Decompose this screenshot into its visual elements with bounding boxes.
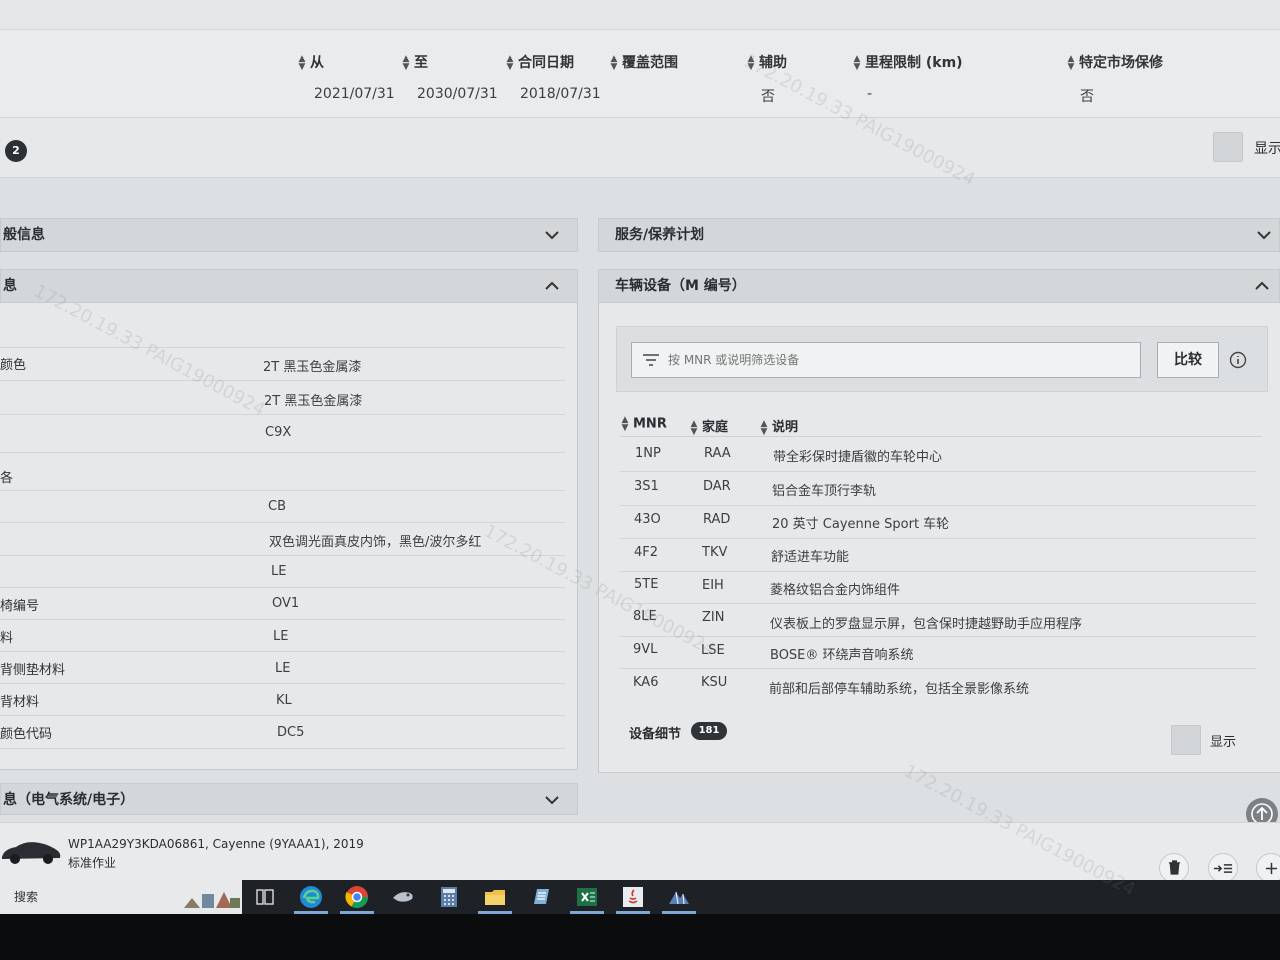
equipment-show-label: 显示 (1210, 735, 1237, 750)
col-header-assist[interactable]: ▲ ▼ 辅助 (747, 52, 787, 72)
table-row[interactable]: 4F2 TKV 舒适进车功能 (620, 539, 1256, 572)
app-mountain-icon[interactable] (666, 884, 692, 910)
col-header-mileage-limit[interactable]: ▲ ▼ 里程限制 (km) (853, 52, 963, 72)
table-row: 料 LE (0, 620, 565, 652)
sort-icon: ▲ ▼ (402, 54, 410, 72)
sort-icon: ▲ ▼ (853, 54, 861, 72)
calculator-icon[interactable] (436, 884, 462, 910)
contract-assist-value: 否 (761, 89, 775, 105)
show-checkbox[interactable] (1213, 132, 1243, 162)
trash-icon (1168, 860, 1180, 875)
java-icon[interactable] (620, 884, 646, 910)
sort-icon: ▲ ▼ (610, 54, 618, 72)
sort-icon: ▲ ▼ (747, 54, 755, 72)
car-icon (2, 842, 61, 864)
table-row[interactable]: 3S1 DAR 铝合金车顶行李轨 (620, 472, 1256, 506)
info-icon[interactable] (1229, 351, 1247, 369)
delete-button[interactable] (1159, 853, 1189, 883)
info-panel: 颜色 2T 黑玉色金属漆 2T 黑玉色金属漆 C9X 各 CB 双色调光面真皮内… (0, 303, 578, 770)
sort-icon: ▲ ▼ (1067, 54, 1075, 72)
col-header-market-warranty[interactable]: ▲ ▼ 特定市场保修 (1067, 52, 1163, 72)
table-row[interactable]: 9VL LSE BOSE® 环绕声音响系统 (620, 637, 1256, 669)
equipment-show-checkbox[interactable] (1171, 725, 1201, 755)
contract-date-value: 2018/07/31 (520, 86, 601, 102)
app-bird-icon[interactable] (390, 884, 416, 910)
plus-icon (1265, 862, 1277, 875)
village-illustration-icon (180, 880, 242, 914)
taskbar-search-label: 搜索 (14, 890, 39, 904)
chevron-down-icon (545, 231, 559, 240)
sort-icon: ▲ ▼ (760, 418, 768, 437)
col-header-coverage[interactable]: ▲ ▼ 覆盖范围 (610, 52, 678, 72)
job-type: 标准作业 (68, 856, 117, 870)
file-explorer-icon[interactable] (482, 884, 508, 910)
equipment-count-badge: 181 (691, 722, 727, 740)
table-row (0, 303, 565, 348)
chevron-up-icon (545, 281, 559, 290)
show-label: 显示 (1254, 141, 1280, 157)
table-row: 2T 黑玉色金属漆 (0, 381, 565, 415)
table-row[interactable]: 8LE ZIN 仪表板上的罗盘显示屏，包含保时捷越野助手应用程序 (620, 604, 1256, 637)
chevron-up-icon (1255, 281, 1269, 290)
sort-icon: ▲ ▼ (621, 415, 629, 433)
table-row: LE (0, 556, 565, 588)
table-row[interactable]: 5TE EIH 菱格纹铝合金内饰组件 (620, 572, 1256, 604)
excel-icon[interactable] (574, 884, 600, 910)
col-header-to[interactable]: ▲ ▼ 至 (402, 52, 428, 72)
chevron-down-icon (545, 796, 559, 805)
electrical-info-header[interactable]: 息（电气系统/电子） (0, 783, 578, 815)
table-row: CB (0, 491, 565, 523)
edge-browser-icon[interactable] (298, 884, 324, 910)
filter-icon (643, 354, 659, 366)
equipment-details-label: 设备细节 (629, 727, 682, 742)
vehicle-vin: WP1AA29Y3KDA06861, Cayenne (9YAAA1), 201… (68, 837, 364, 851)
table-row: 椅编号 OV1 (0, 588, 565, 620)
contract-mileage-value: - (867, 86, 873, 102)
chevron-down-icon (1257, 231, 1271, 240)
top-band (0, 0, 1280, 30)
table-row: 颜色代码 DC5 (0, 716, 565, 749)
table-row: 背材料 KL (0, 684, 565, 716)
table-row[interactable]: 43O RAD 20 英寸 Cayenne Sport 车轮 (620, 506, 1256, 539)
taskbar-search[interactable]: 搜索 (0, 880, 242, 914)
monitor-bezel (0, 914, 1280, 960)
sort-icon: ▲ ▼ (506, 54, 514, 72)
equipment-header[interactable]: 车辆设备（M 编号） (598, 269, 1280, 303)
equipment-filter-input[interactable] (631, 342, 1141, 378)
service-plan-header[interactable]: 服务/保养计划 (598, 218, 1280, 252)
col-header-from[interactable]: ▲ ▼ 从 (298, 52, 324, 72)
sort-icon: ▲ ▼ (690, 418, 698, 437)
general-info-header[interactable]: 般信息 (0, 218, 578, 252)
contract-to-value: 2030/07/31 (417, 86, 498, 102)
compare-button[interactable]: 比较 (1157, 342, 1219, 378)
count-badge: 2 (5, 140, 27, 162)
col-header-family[interactable]: ▲ ▼ 家庭 (690, 416, 728, 436)
col-header-description[interactable]: ▲ ▼ 说明 (760, 416, 798, 436)
contract-market-warranty-value: 否 (1080, 89, 1094, 105)
table-row: 颜色 2T 黑玉色金属漆 (0, 348, 565, 381)
table-row: 背侧垫材料 LE (0, 652, 565, 684)
contract-from-value: 2021/07/31 (314, 86, 395, 102)
task-view-icon[interactable] (252, 884, 278, 910)
os-taskbar: 搜索 (0, 880, 1280, 914)
sort-icon: ▲ ▼ (298, 54, 306, 72)
table-row: 双色调光面真皮内饰，黑色/波尔多红 (0, 523, 565, 556)
list-add-icon (1213, 864, 1233, 873)
add-button[interactable] (1256, 853, 1280, 883)
contract-count-strip: 2 显示 (0, 118, 1280, 178)
info-header[interactable]: 息 (0, 269, 578, 303)
table-row: C9X (0, 415, 565, 453)
vehicle-bar: WP1AA29Y3KDA06861, Cayenne (9YAAA1), 201… (0, 822, 1280, 883)
chrome-browser-icon[interactable] (344, 884, 370, 910)
contract-table: ▲ ▼ 从 ▲ ▼ 至 ▲ ▼ 合同日期 ▲ ▼ 覆盖范围 ▲ ▼ 辅助 ▲ ▼ 里程限制 (km) ▲… (0, 0, 1280, 118)
col-header-mnr[interactable]: ▲ ▼ MNR (621, 415, 667, 433)
table-row[interactable]: KA6 KSU 前部和后部停车辅助系统，包括全景影像系统 (620, 669, 1256, 703)
table-row[interactable]: 1NP RAA 带全彩保时捷盾徽的车轮中心 (620, 436, 1256, 472)
table-row: 各 (0, 453, 565, 491)
notes-app-icon[interactable] (528, 884, 554, 910)
col-header-contract-date[interactable]: ▲ ▼ 合同日期 (506, 52, 574, 72)
add-to-list-button[interactable] (1208, 853, 1238, 883)
